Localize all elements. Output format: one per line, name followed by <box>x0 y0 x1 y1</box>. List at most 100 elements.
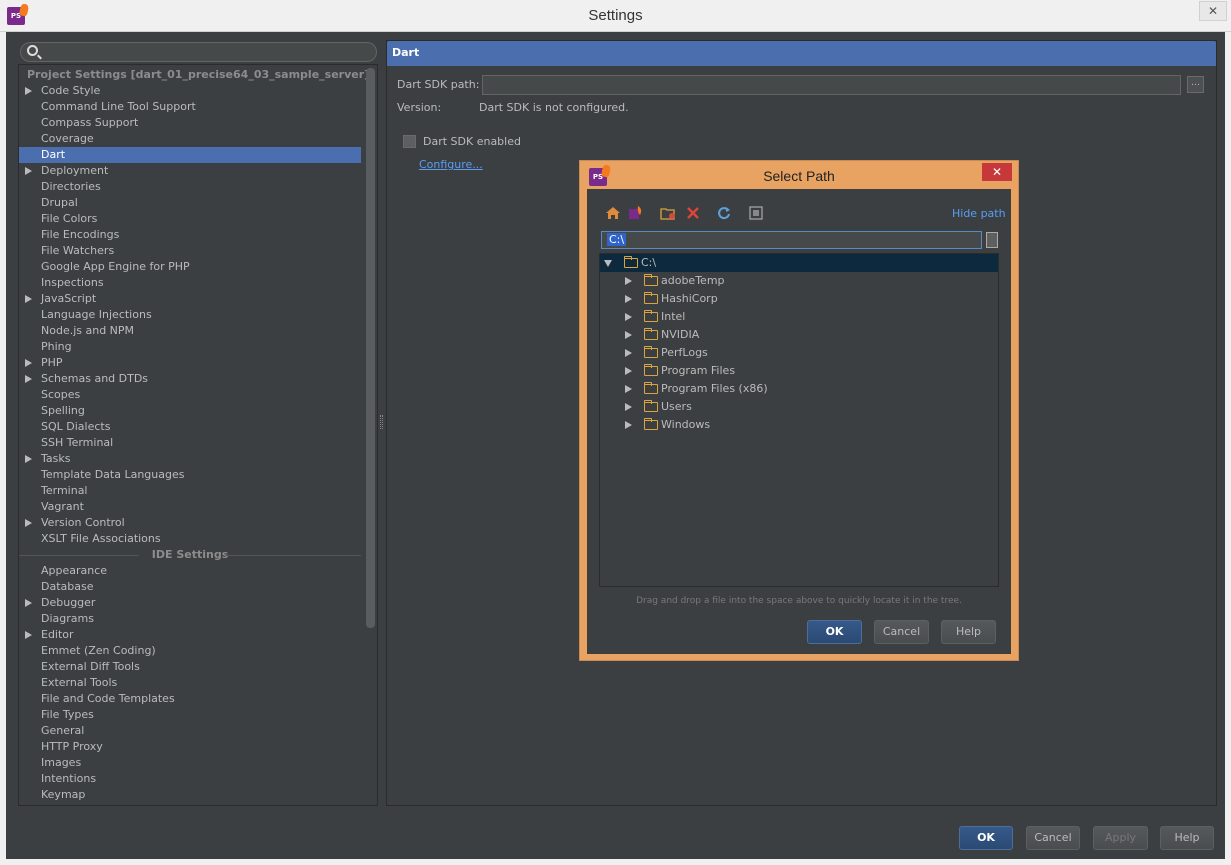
expand-arrow-icon[interactable] <box>25 87 32 95</box>
configure-link[interactable]: Configure... <box>419 158 483 171</box>
tree-root-row[interactable]: C:\ <box>600 254 998 272</box>
tree-item[interactable]: External Diff Tools <box>19 659 361 675</box>
path-input[interactable]: C:\ <box>601 231 982 249</box>
expand-arrow-icon[interactable] <box>25 631 32 639</box>
folder-row[interactable]: Users <box>600 398 998 416</box>
ok-button[interactable]: OK <box>959 826 1013 850</box>
expand-arrow-icon[interactable] <box>625 385 632 393</box>
expand-arrow-icon[interactable] <box>25 167 32 175</box>
tree-item[interactable]: JavaScript <box>19 291 361 307</box>
tree-item[interactable]: External Tools <box>19 675 361 691</box>
tree-item[interactable]: PHP <box>19 355 361 371</box>
tree-item-label: PHP <box>41 356 63 369</box>
delete-icon[interactable] <box>685 205 701 221</box>
folder-row[interactable]: PerfLogs <box>600 344 998 362</box>
folder-row[interactable]: adobeTemp <box>600 272 998 290</box>
expand-arrow-icon[interactable] <box>625 331 632 339</box>
tree-item[interactable]: Intentions <box>19 771 361 787</box>
settings-tree[interactable]: Project Settings [dart_01_precise64_03_s… <box>18 64 378 806</box>
help-button[interactable]: Help <box>1160 826 1214 850</box>
apply-button[interactable]: Apply <box>1093 826 1148 850</box>
cancel-button[interactable]: Cancel <box>1026 826 1080 850</box>
expand-arrow-icon[interactable] <box>25 519 32 527</box>
expand-arrow-icon[interactable] <box>25 599 32 607</box>
file-tree[interactable]: C:\ adobeTemp HashiCorp Intel NVIDIA PerfLog… <box>599 253 999 587</box>
tree-item[interactable]: Vagrant <box>19 499 361 515</box>
tree-item[interactable]: Code Style <box>19 83 361 99</box>
tree-item[interactable]: Keymap <box>19 787 361 803</box>
tree-item[interactable]: Drupal <box>19 195 361 211</box>
tree-item[interactable]: Diagrams <box>19 611 361 627</box>
expand-arrow-icon[interactable] <box>625 367 632 375</box>
tree-item[interactable]: File Types <box>19 707 361 723</box>
tree-item[interactable]: Command Line Tool Support <box>19 99 361 115</box>
tree-item[interactable]: Google App Engine for PHP <box>19 259 361 275</box>
tree-item[interactable]: Tasks <box>19 451 361 467</box>
dialog-close-button[interactable]: ✕ <box>982 163 1012 181</box>
tree-item[interactable]: Images <box>19 755 361 771</box>
window-close-button[interactable]: ✕ <box>1199 1 1227 21</box>
tree-item[interactable]: File and Code Templates <box>19 691 361 707</box>
tree-item[interactable]: File Watchers <box>19 243 361 259</box>
tree-item[interactable]: Template Data Languages <box>19 467 361 483</box>
tree-item[interactable]: Inspections <box>19 275 361 291</box>
dialog-help-button[interactable]: Help <box>941 620 996 644</box>
tree-item[interactable]: Appearance <box>19 563 361 579</box>
dialog-ok-button[interactable]: OK <box>807 620 862 644</box>
sdk-browse-button[interactable]: … <box>1187 76 1204 93</box>
expand-arrow-icon[interactable] <box>625 313 632 321</box>
tree-item[interactable]: Dart <box>19 147 361 163</box>
tree-item[interactable]: File Colors <box>19 211 361 227</box>
project-icon[interactable] <box>628 205 644 221</box>
home-icon[interactable] <box>605 205 621 221</box>
folder-row[interactable]: Windows <box>600 416 998 434</box>
tree-item[interactable]: Terminal <box>19 483 361 499</box>
expand-arrow-icon[interactable] <box>25 359 32 367</box>
tree-item[interactable]: Node.js and NPM <box>19 323 361 339</box>
tree-item[interactable]: SSH Terminal <box>19 435 361 451</box>
tree-item[interactable]: Deployment <box>19 163 361 179</box>
tree-item[interactable]: Debugger <box>19 595 361 611</box>
sdk-enabled-checkbox[interactable] <box>403 135 416 148</box>
tree-item[interactable]: XSLT File Associations <box>19 531 361 547</box>
hide-path-link[interactable]: Hide path <box>952 207 1006 220</box>
sdk-path-input[interactable] <box>482 75 1181 95</box>
folder-row[interactable]: Program Files <box>600 362 998 380</box>
tree-item[interactable]: Language Injections <box>19 307 361 323</box>
panel-splitter[interactable] <box>380 415 383 429</box>
expand-arrow-icon[interactable] <box>625 403 632 411</box>
folder-row[interactable]: NVIDIA <box>600 326 998 344</box>
tree-item[interactable]: Compass Support <box>19 115 361 131</box>
tree-item[interactable]: Spelling <box>19 403 361 419</box>
tree-item[interactable]: File Encodings <box>19 227 361 243</box>
tree-item[interactable]: Emmet (Zen Coding) <box>19 643 361 659</box>
show-hidden-icon[interactable] <box>748 205 764 221</box>
tree-item[interactable]: Schemas and DTDs <box>19 371 361 387</box>
tree-item[interactable]: Version Control <box>19 515 361 531</box>
expand-arrow-icon[interactable] <box>625 421 632 429</box>
tree-item[interactable]: Directories <box>19 179 361 195</box>
folder-row[interactable]: HashiCorp <box>600 290 998 308</box>
tree-item[interactable]: Scopes <box>19 387 361 403</box>
expand-arrow-icon[interactable] <box>25 455 32 463</box>
path-history-icon[interactable] <box>986 232 998 248</box>
dialog-cancel-button[interactable]: Cancel <box>874 620 929 644</box>
tree-item[interactable]: HTTP Proxy <box>19 739 361 755</box>
expand-arrow-icon[interactable] <box>625 277 632 285</box>
tree-item[interactable]: Phing <box>19 339 361 355</box>
expand-arrow-icon[interactable] <box>625 349 632 357</box>
new-folder-icon[interactable] <box>660 205 676 221</box>
folder-row[interactable]: Intel <box>600 308 998 326</box>
settings-search-input[interactable] <box>20 42 377 62</box>
tree-item[interactable]: Database <box>19 579 361 595</box>
tree-item[interactable]: General <box>19 723 361 739</box>
tree-scrollbar[interactable] <box>366 68 375 628</box>
expand-arrow-icon[interactable] <box>25 295 32 303</box>
tree-item[interactable]: Editor <box>19 627 361 643</box>
tree-item[interactable]: SQL Dialects <box>19 419 361 435</box>
refresh-icon[interactable] <box>716 205 732 221</box>
expand-arrow-icon[interactable] <box>625 295 632 303</box>
expand-arrow-icon[interactable] <box>25 375 32 383</box>
folder-row[interactable]: Program Files (x86) <box>600 380 998 398</box>
tree-item[interactable]: Coverage <box>19 131 361 147</box>
